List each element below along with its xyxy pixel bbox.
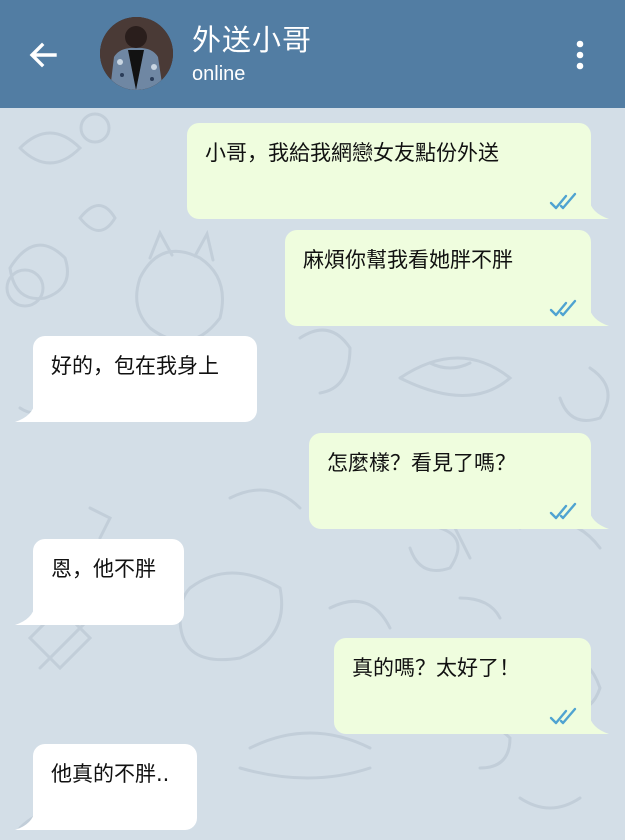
message-text: 小哥，我給我網戀女友點份外送 <box>205 141 499 165</box>
chat-area[interactable]: 小哥，我給我網戀女友點份外送麻煩你幫我看她胖不胖好的，包在我身上怎麼樣？看見了嗎… <box>0 108 625 840</box>
bubble-tail <box>589 199 609 219</box>
bubble-tail <box>589 714 609 734</box>
message-text: 真的嗎？太好了！ <box>352 656 520 680</box>
bubble-tail <box>15 402 35 422</box>
chat-header: 外送小哥 online <box>0 0 625 108</box>
message-text: 怎麼樣？看見了嗎？ <box>327 451 516 475</box>
outgoing-message[interactable]: 小哥，我給我網戀女友點份外送 <box>187 123 609 219</box>
message-text: 好的，包在我身上 <box>51 354 219 378</box>
double-check-icon <box>549 707 577 725</box>
bubble-tail <box>15 810 35 830</box>
outgoing-message[interactable]: 麻煩你幫我看她胖不胖 <box>285 230 609 326</box>
more-options-button[interactable] <box>563 34 597 76</box>
back-button[interactable] <box>22 34 64 76</box>
avatar[interactable] <box>100 17 173 90</box>
outgoing-message[interactable]: 怎麼樣？看見了嗎？ <box>309 433 609 529</box>
more-vertical-icon <box>576 40 584 70</box>
double-check-icon <box>549 192 577 210</box>
double-check-icon <box>549 299 577 317</box>
contact-status: online <box>192 63 246 85</box>
double-check-icon <box>549 502 577 520</box>
incoming-message[interactable]: 他真的不胖.. <box>15 744 197 830</box>
bubble-tail <box>589 306 609 326</box>
incoming-message[interactable]: 恩，他不胖 <box>15 539 184 625</box>
message-text: 麻煩你幫我看她胖不胖 <box>303 248 513 272</box>
message-text: 恩，他不胖 <box>51 557 156 581</box>
bubble-tail <box>589 509 609 529</box>
contact-name[interactable]: 外送小哥 <box>192 22 312 58</box>
message-text: 他真的不胖.. <box>51 762 170 786</box>
incoming-message[interactable]: 好的，包在我身上 <box>15 336 257 422</box>
arrow-left-icon <box>29 42 57 68</box>
outgoing-message[interactable]: 真的嗎？太好了！ <box>334 638 609 734</box>
bubble-tail <box>15 605 35 625</box>
